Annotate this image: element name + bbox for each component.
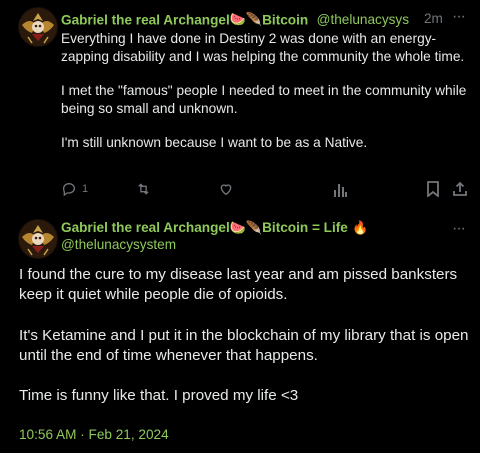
post2-name-row: Gabriel the real Archangel🍉🪶Bitcoin = Li…: [61, 219, 368, 237]
retweet-button[interactable]: [135, 180, 152, 198]
post1-more-icon[interactable]: ···: [452, 8, 466, 26]
post1-display-name[interactable]: Gabriel the real Archangel: [61, 12, 230, 27]
post1-name-suffix[interactable]: Bitcoin: [262, 12, 308, 27]
reply-count: 1: [82, 183, 89, 195]
share-icon: [452, 181, 468, 197]
post1-paragraph: Everything I have done in Destiny 2 was …: [61, 31, 465, 64]
watermelon-emoji: 🍉: [229, 12, 246, 28]
post1-timestamp[interactable]: 2m: [424, 11, 443, 26]
post1-avatar[interactable]: [18, 7, 58, 47]
post1-paragraph: I met the "famous" people I needed to me…: [61, 83, 467, 116]
post2-handle[interactable]: @thelunacysystem: [61, 237, 176, 252]
fire-emoji: 🔥: [352, 221, 369, 236]
post2-more-icon[interactable]: ···: [452, 220, 466, 238]
like-button[interactable]: [218, 180, 234, 198]
views-icon: [333, 181, 347, 197]
post2-paragraph: I found the cure to my disease last year…: [19, 266, 458, 304]
post2-paragraph: Time is funny like that. I proved my lif…: [19, 387, 299, 405]
bookmark-icon: [426, 181, 440, 197]
post2-avatar[interactable]: [18, 219, 58, 259]
post1-action-bar: 1: [61, 180, 471, 200]
post1-body: Everything I have done in Destiny 2 was …: [61, 30, 469, 169]
feather-emoji: 🪶: [245, 221, 263, 236]
retweet-icon: [135, 181, 152, 197]
bookmark-button[interactable]: [426, 180, 440, 198]
reply-icon: [61, 181, 77, 197]
reply-button[interactable]: 1: [61, 180, 88, 198]
post1-paragraph: I'm still unknown because I want to be a…: [61, 135, 368, 150]
post2-name-suffix[interactable]: Bitcoin = Life: [262, 220, 348, 235]
post2-timestamp[interactable]: 10:56 AM · Feb 21, 2024: [19, 427, 169, 442]
like-icon: [218, 181, 234, 197]
post1-header: Gabriel the real Archangel🍉🪶Bitcoin @the…: [61, 11, 451, 29]
post2-paragraph: It's Ketamine and I put it in the blockc…: [19, 326, 469, 364]
post2-display-name[interactable]: Gabriel the real Archangel: [61, 220, 230, 235]
share-button[interactable]: [452, 180, 468, 198]
feather-emoji: 🪶: [245, 12, 263, 28]
views-button[interactable]: [333, 180, 347, 198]
post1-handle[interactable]: @thelunacysys: [317, 12, 409, 27]
watermelon-emoji: 🍉: [229, 221, 246, 236]
post2-body: I found the cure to my disease last year…: [19, 265, 469, 426]
